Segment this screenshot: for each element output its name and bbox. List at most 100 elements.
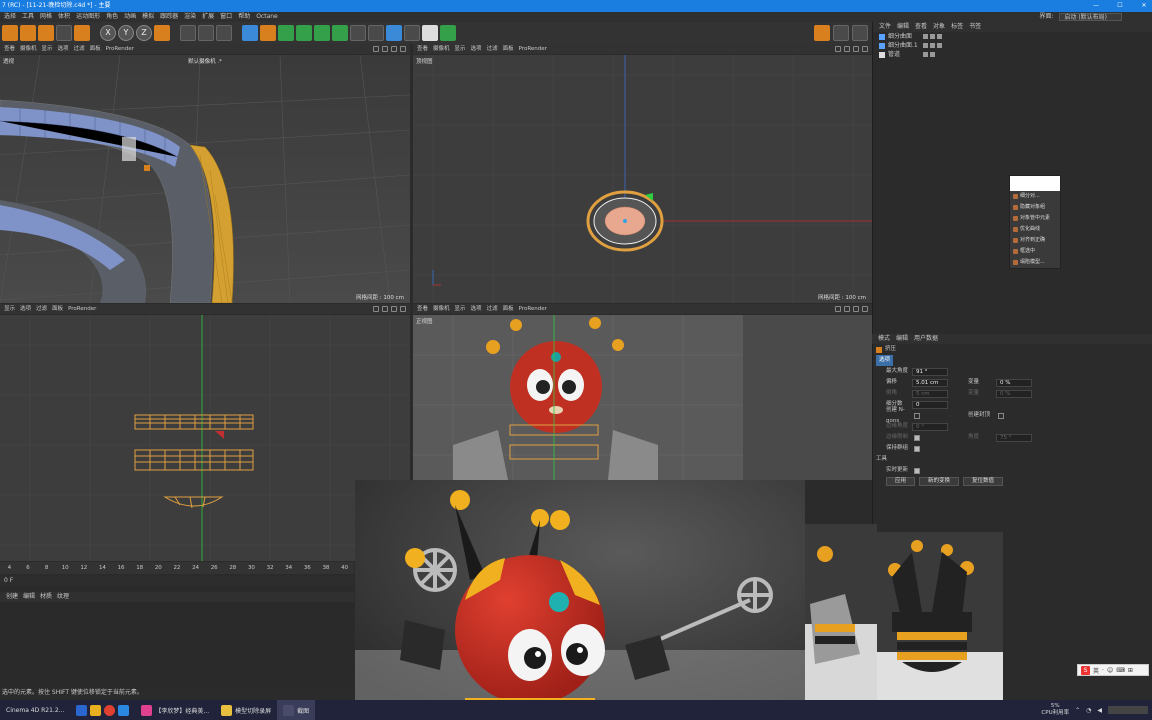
vp-menu-prorender[interactable]: ProRender xyxy=(519,304,547,314)
axis-z-lock[interactable]: Z xyxy=(136,25,152,41)
ime-keyboard-icon[interactable]: ⌨ xyxy=(1116,667,1125,674)
layout-select[interactable]: 启动 (默认布局) xyxy=(1059,13,1122,21)
close-button[interactable]: ✕ xyxy=(1140,0,1148,12)
render-view-icon[interactable] xyxy=(198,25,214,41)
vp-menu-display[interactable]: 显示 xyxy=(4,304,15,314)
axis-y-lock[interactable]: Y xyxy=(118,25,134,41)
subdivision-icon[interactable] xyxy=(278,25,294,41)
camera-icon[interactable] xyxy=(368,25,384,41)
vp-menu-filter[interactable]: 过滤 xyxy=(487,304,498,314)
object-row[interactable]: 细分曲面 xyxy=(873,32,1152,41)
menu-simulate[interactable]: 模拟 xyxy=(142,12,154,22)
apply-button[interactable]: 应用 xyxy=(886,477,916,486)
right-viewport[interactable] xyxy=(0,315,410,561)
mat-tab-texture[interactable]: 纹理 xyxy=(57,592,69,602)
ime-toolbar[interactable]: S 英 · ☺ ⌨ ⊞ xyxy=(1077,664,1149,676)
material-manager-area[interactable] xyxy=(0,602,354,686)
volume-icon[interactable]: ◀ xyxy=(1097,707,1102,714)
menu-animate[interactable]: 动画 xyxy=(124,12,136,22)
vp-menu-prorender[interactable]: ProRender xyxy=(68,304,96,314)
vp-zoom-icon[interactable] xyxy=(844,46,850,52)
mat-tab-material[interactable]: 材质 xyxy=(40,592,52,602)
vp-menu-display[interactable]: 显示 xyxy=(455,44,466,54)
vp-rotate-icon[interactable] xyxy=(391,46,397,52)
vp-menu-display[interactable]: 显示 xyxy=(455,304,466,314)
model-mode-icon[interactable] xyxy=(74,25,90,41)
scale-tool-icon[interactable] xyxy=(20,25,36,41)
vp-menu-panel[interactable]: 面板 xyxy=(503,304,514,314)
vp-menu-prorender[interactable]: ProRender xyxy=(106,44,134,54)
cloner-icon[interactable] xyxy=(296,25,312,41)
variance2-field[interactable]: 0 % xyxy=(996,389,1032,398)
cpu-meter[interactable]: 5% CPU利用率 xyxy=(1041,703,1069,717)
attr-tab-mode[interactable]: 模式 xyxy=(878,334,890,344)
top-viewport[interactable]: 顶视图 网格间距 : 100 cm xyxy=(413,55,872,303)
vp-move-icon[interactable] xyxy=(835,46,841,52)
om-tab-edit[interactable]: 编辑 xyxy=(897,22,909,32)
vp-menu-view[interactable]: 查看 xyxy=(417,304,428,314)
pen-icon[interactable] xyxy=(260,25,276,41)
camera2-icon[interactable] xyxy=(404,25,420,41)
cube-icon[interactable] xyxy=(242,25,258,41)
ime-lang-toggle[interactable]: 英 xyxy=(1093,666,1099,675)
snap-icon[interactable] xyxy=(814,25,830,41)
light-icon[interactable] xyxy=(422,25,438,41)
taskbar-item-folder[interactable]: 模型切除录屏 xyxy=(215,700,277,720)
keep-groups-checkbox[interactable] xyxy=(914,445,920,452)
menu-tools[interactable]: 工具 xyxy=(22,12,34,22)
vp-rotate-icon[interactable] xyxy=(853,46,859,52)
menu-mesh[interactable]: 网格 xyxy=(40,12,52,22)
vp-menu-filter[interactable]: 过滤 xyxy=(36,304,47,314)
context-menu-item[interactable]: 对象管中元素 xyxy=(1010,213,1060,224)
vp-move-icon[interactable] xyxy=(835,306,841,312)
coordinate-icon[interactable] xyxy=(56,25,72,41)
network-icon[interactable]: ◔ xyxy=(1086,707,1091,714)
vp-menu-prorender[interactable]: ProRender xyxy=(519,44,547,54)
floor-icon[interactable] xyxy=(386,25,402,41)
menu-render[interactable]: 渲染 xyxy=(184,12,196,22)
ime-grid-icon[interactable]: ⊞ xyxy=(1128,667,1133,674)
menu-mograph[interactable]: 运动图形 xyxy=(76,12,100,22)
context-menu-item[interactable]: 隐藏对象组 xyxy=(1010,202,1060,213)
max-angle-field[interactable]: 91 ° xyxy=(912,367,948,376)
workplane-icon[interactable] xyxy=(833,25,849,41)
vp-menu-camera[interactable]: 摄像机 xyxy=(433,304,450,314)
render-region-icon[interactable] xyxy=(180,25,196,41)
scene-icon[interactable] xyxy=(350,25,366,41)
vp-maximize-icon[interactable] xyxy=(862,46,868,52)
taskbar-item-cinema4d[interactable]: Cinema 4D R21.2... xyxy=(0,700,70,720)
context-menu-item[interactable]: 框选中 xyxy=(1010,246,1060,257)
taskbar-item-capture[interactable]: 截图 xyxy=(277,700,316,720)
vp-rotate-icon[interactable] xyxy=(391,306,397,312)
ime-punct-icon[interactable]: · xyxy=(1102,667,1104,674)
vp-maximize-icon[interactable] xyxy=(400,46,406,52)
vp-menu-view[interactable]: 查看 xyxy=(4,44,15,54)
object-row[interactable]: 管道 xyxy=(873,50,1152,59)
menu-window[interactable]: 窗口 xyxy=(220,12,232,22)
wechat-work-icon[interactable] xyxy=(118,704,130,716)
front-viewport[interactable]: 正视图 xyxy=(413,315,872,480)
edge-angle-field[interactable]: 0 ° xyxy=(912,422,948,431)
offset-field[interactable]: 5.01 cm xyxy=(912,378,948,387)
context-menu-item[interactable]: 优化曲线 xyxy=(1010,224,1060,235)
guide-icon[interactable] xyxy=(852,25,868,41)
bevel-field[interactable]: 5 cm xyxy=(912,389,948,398)
vp-menu-panel[interactable]: 面板 xyxy=(52,304,63,314)
vp-zoom-icon[interactable] xyxy=(382,306,388,312)
tag-icon[interactable] xyxy=(440,25,456,41)
vp-menu-options[interactable]: 选项 xyxy=(58,44,69,54)
attr-tab-userdata[interactable]: 用户数据 xyxy=(914,334,938,344)
create-ngons-checkbox[interactable] xyxy=(914,412,920,419)
menu-tracker[interactable]: 跟踪器 xyxy=(160,12,178,22)
chevron-up-icon[interactable]: ⌃ xyxy=(1075,707,1080,714)
realtime-checkbox[interactable] xyxy=(914,467,920,474)
maximize-button[interactable]: ☐ xyxy=(1116,0,1124,12)
menu-help[interactable]: 帮助 xyxy=(238,12,250,22)
attr-tab-edit[interactable]: 编辑 xyxy=(896,334,908,344)
context-menu-search[interactable] xyxy=(1010,176,1060,191)
timeline-ruler[interactable]: 4 6 8 10 12 14 16 18 20 22 24 26 28 30 3… xyxy=(0,562,354,574)
vp-zoom-icon[interactable] xyxy=(844,306,850,312)
vp-menu-camera[interactable]: 摄像机 xyxy=(433,44,450,54)
menu-octane[interactable]: Octane xyxy=(256,12,278,22)
vp-rotate-icon[interactable] xyxy=(853,306,859,312)
